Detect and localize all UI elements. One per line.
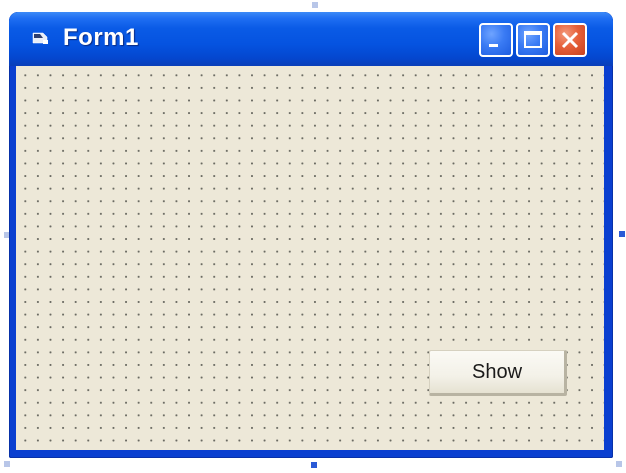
maximize-icon — [524, 31, 542, 48]
resize-handle-bottom-right[interactable] — [616, 461, 622, 467]
title-bar[interactable]: Form1 — [9, 12, 613, 66]
resize-handle-bottom[interactable] — [311, 462, 317, 468]
resize-handle-right[interactable] — [619, 231, 625, 237]
minimize-icon — [489, 44, 498, 47]
designer-canvas: Form1 Show — [0, 0, 626, 473]
minimize-button[interactable] — [479, 23, 513, 57]
form-design-surface[interactable]: Show — [16, 66, 604, 450]
resize-handle-top[interactable] — [312, 2, 318, 8]
close-icon — [561, 31, 579, 49]
close-button[interactable] — [553, 23, 587, 57]
show-button-label: Show — [471, 360, 523, 383]
form-window[interactable]: Form1 Show — [9, 12, 613, 458]
form-icon — [32, 32, 48, 44]
show-button[interactable]: Show — [429, 350, 567, 396]
window-title: Form1 — [63, 24, 139, 51]
resize-handle-bottom-left[interactable] — [4, 461, 10, 467]
maximize-button[interactable] — [516, 23, 550, 57]
